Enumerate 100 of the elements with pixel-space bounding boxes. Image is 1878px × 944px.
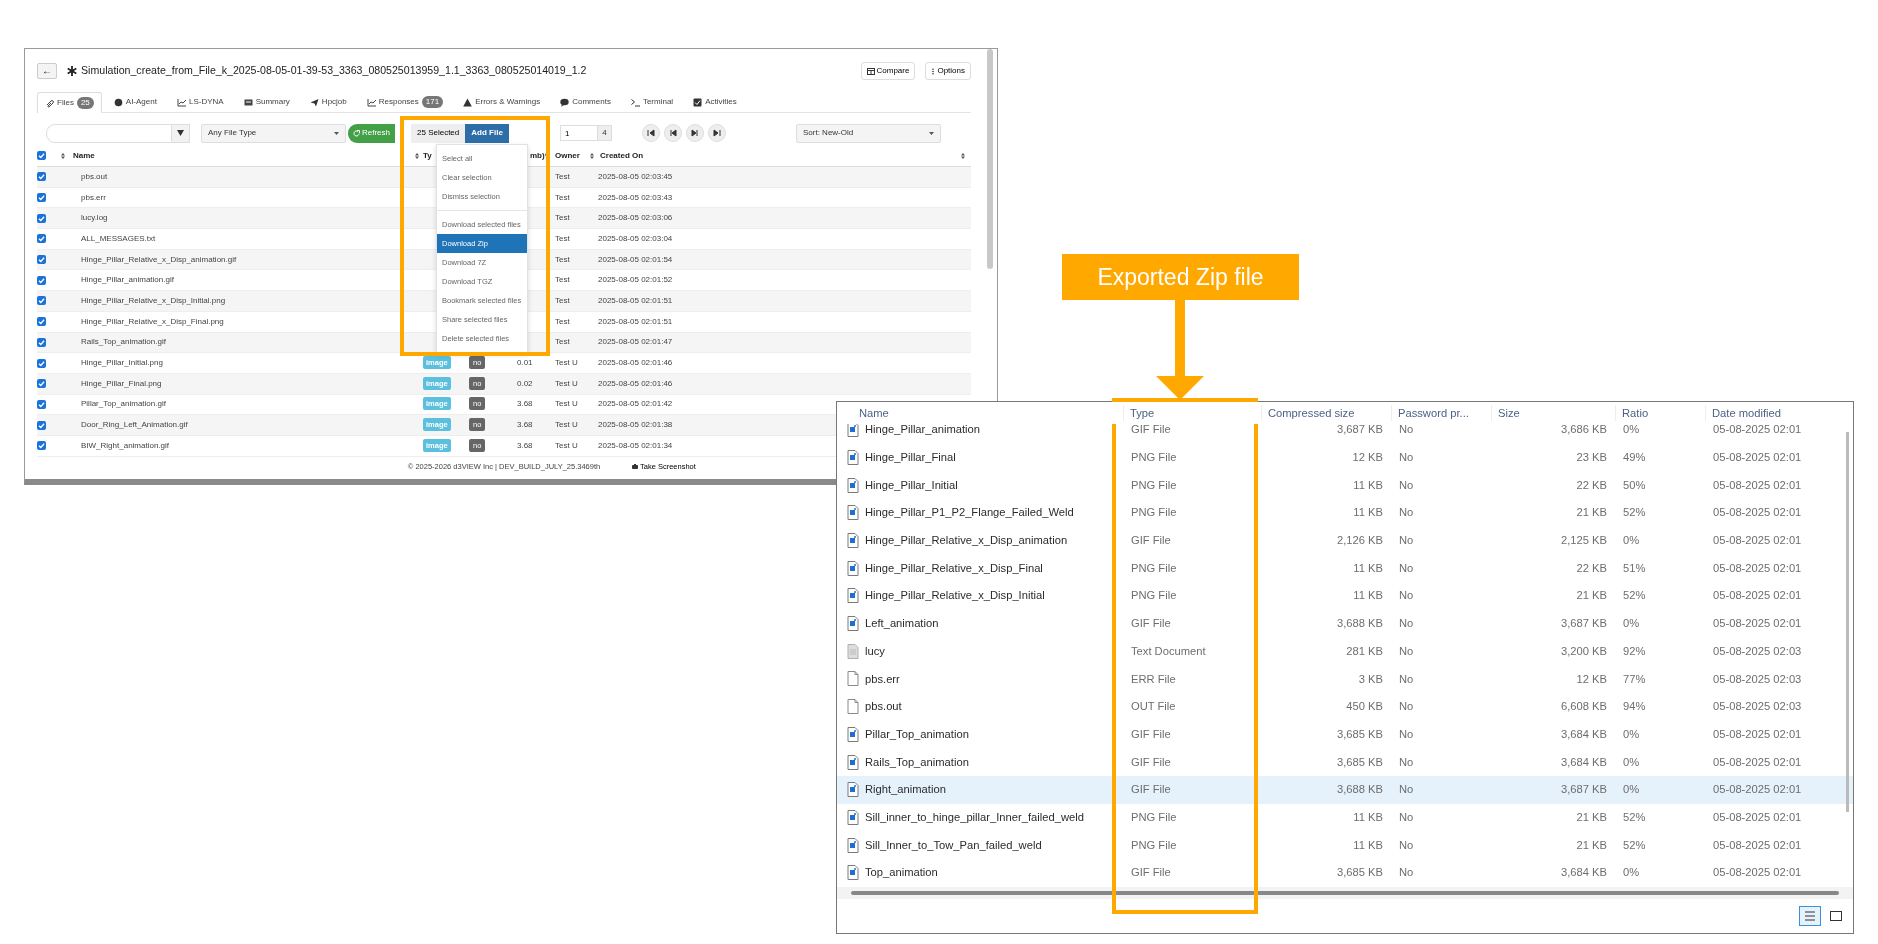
file-type: PNG File xyxy=(1131,838,1177,851)
file-name: pbs.out xyxy=(80,170,108,183)
file-row[interactable]: Sill_inner_to_hinge_pillar_Inner_failed_weld PNG File 11 KB No 21 KB 52% 05-08-2025 02:01 xyxy=(837,803,1853,832)
add-file-button[interactable]: Add File xyxy=(465,123,509,143)
paperclip-icon xyxy=(45,98,54,108)
modified-date: 05-08-2025 02:01 xyxy=(1713,727,1802,740)
filter-button[interactable] xyxy=(172,123,190,143)
file-row[interactable]: Hinge_Pillar_animation GIF File 3,687 KB No 3,686 KB 0% 05-08-2025 02:01 xyxy=(837,423,1853,444)
header-button[interactable]: Compare xyxy=(860,62,916,80)
scrollbar[interactable] xyxy=(1846,432,1849,812)
filter-field[interactable] xyxy=(46,123,172,143)
selection-dropdown-button[interactable]: 25 Selected xyxy=(411,123,466,143)
file-row[interactable]: Hinge_Pillar_Relative_x_Disp_Initial PNG File 11 KB No 21 KB 52% 05-08-2025 02:01 xyxy=(837,582,1853,610)
file-size: 3,684 KB xyxy=(1560,755,1607,768)
file-size: 21 KB xyxy=(1576,506,1607,519)
file-row[interactable]: pbs.out OUT File 450 KB No 6,608 KB 94% 05-08-2025 02:03 xyxy=(837,692,1853,721)
funnel-icon xyxy=(177,130,184,136)
count-badge: 171 xyxy=(421,96,444,108)
checkbox[interactable] xyxy=(37,234,46,244)
tab[interactable]: LS-DYNA xyxy=(168,91,232,112)
file-row[interactable]: Pillar_Top_animation GIF File 3,685 KB No 3,684 KB 0% 05-08-2025 02:01 xyxy=(837,720,1853,749)
file-row[interactable]: Right_animation GIF File 3,688 KB No 3,687 KB 0% 05-08-2025 02:01 xyxy=(837,775,1853,804)
pagination-button[interactable] xyxy=(686,124,704,142)
column-header: Date modified xyxy=(1705,404,1853,422)
compression-ratio: 0% xyxy=(1623,783,1640,796)
select-field[interactable]: Any File Type xyxy=(201,123,346,143)
column-header: Compressed size xyxy=(1261,404,1391,422)
checkbox[interactable] xyxy=(37,399,46,409)
checkbox[interactable] xyxy=(37,337,46,347)
image-file-icon xyxy=(847,449,859,465)
modified-date: 05-08-2025 02:03 xyxy=(1713,672,1802,685)
image-file-icon xyxy=(847,588,859,604)
compressed-size: 3,685 KB xyxy=(1336,755,1383,768)
checkbox[interactable] xyxy=(37,379,46,389)
file-row[interactable]: Rails_Top_animation GIF File 3,685 KB No 3,684 KB 0% 05-08-2025 02:01 xyxy=(837,748,1853,776)
checkbox[interactable] xyxy=(37,255,46,265)
tab[interactable]: AI-Agent xyxy=(105,91,165,112)
checkbox[interactable] xyxy=(37,441,46,451)
file-row[interactable]: Sill_Inner_to_Tow_Pan_failed_weld PNG File 11 KB No 21 KB 52% 05-08-2025 02:01 xyxy=(837,831,1853,859)
tab[interactable]: Hpcjob xyxy=(301,91,355,112)
file-size: 21 KB xyxy=(1576,589,1607,602)
file-name: Right_animation xyxy=(865,782,946,798)
checkbox[interactable] xyxy=(37,317,46,327)
image-file-icon xyxy=(847,809,859,825)
tab[interactable]: Comments xyxy=(552,91,619,112)
password-status: No xyxy=(1399,811,1414,823)
password-status: No xyxy=(1399,755,1414,768)
dots-icon xyxy=(931,67,936,75)
compression-ratio: 92% xyxy=(1623,644,1646,657)
file-type: PNG File xyxy=(1131,589,1177,602)
file-row[interactable]: Hinge_Pillar_Relative_x_Disp_Final PNG File 11 KB No 22 KB 51% 05-08-2025 02:01 xyxy=(837,554,1853,583)
file-row[interactable]: Hinge_Pillar_Final PNG File 12 KB No 23 KB 49% 05-08-2025 02:01 xyxy=(837,443,1853,472)
scrollbar[interactable] xyxy=(987,49,993,269)
file-row[interactable]: Top_animation GIF File 3,685 KB No 3,684 KB 0% 05-08-2025 02:01 xyxy=(837,858,1853,887)
tab[interactable]: Summary xyxy=(235,91,298,112)
owner-name: Test U xyxy=(555,358,578,368)
select-field[interactable]: Sort: New-Old xyxy=(796,123,941,143)
tab[interactable]: Activities xyxy=(685,91,745,112)
checkbox[interactable] xyxy=(37,420,46,430)
compression-ratio: 49% xyxy=(1623,451,1646,464)
checkbox[interactable] xyxy=(37,296,46,306)
tab[interactable]: Terminal xyxy=(622,91,682,112)
checkbox[interactable] xyxy=(37,213,46,223)
file-row[interactable]: lucy Text Document 281 KB No 3,200 KB 92% 05-08-2025 02:03 xyxy=(837,637,1853,666)
password-status: No xyxy=(1399,534,1414,547)
file-row[interactable]: Left_animation GIF File 3,688 KB No 3,687 KB 0% 05-08-2025 02:01 xyxy=(837,609,1853,638)
image-file-icon xyxy=(847,726,859,742)
checkbox[interactable] xyxy=(37,358,46,368)
file-row[interactable]: Hinge_Pillar_P1_P2_Flange_Failed_Weld PNG File 11 KB No 21 KB 52% 05-08-2025 02:01 xyxy=(837,499,1853,527)
file-size: 3.68 xyxy=(517,420,533,430)
image-file-icon xyxy=(847,754,859,770)
checkbox[interactable] xyxy=(37,275,46,285)
scrollbar[interactable] xyxy=(851,891,1839,896)
created-date: 2025-08-05 02:01:52 xyxy=(598,275,673,285)
checkbox[interactable] xyxy=(37,193,46,203)
file-row[interactable]: Hinge_Pillar_Relative_x_Disp_animation GIF File 2,126 KB No 2,125 KB 0% 05-08-2025 02:01 xyxy=(837,526,1853,555)
checkbox[interactable] xyxy=(37,151,46,160)
back-button[interactable]: ← xyxy=(37,63,57,79)
file-size: 21 KB xyxy=(1576,838,1607,851)
page-field[interactable]: 1 xyxy=(560,125,598,141)
file-row[interactable]: pbs.err ERR File 3 KB No 12 KB 77% 05-08-2025 02:03 xyxy=(837,665,1853,693)
tab[interactable]: Errors & Warnings xyxy=(455,91,549,112)
checkbox[interactable] xyxy=(37,172,46,182)
warning-icon xyxy=(463,97,473,107)
tab[interactable]: Files 25 xyxy=(37,92,102,113)
caret-icon xyxy=(334,131,339,135)
image-file-icon xyxy=(847,782,859,798)
file-row[interactable]: Hinge_Pillar_Initial PNG File 11 KB No 22 KB 50% 05-08-2025 02:01 xyxy=(837,471,1853,499)
tab[interactable]: Responses 171 xyxy=(358,91,452,112)
header-button[interactable]: Options xyxy=(925,62,971,80)
pagination-button[interactable] xyxy=(708,124,726,142)
text-file-icon xyxy=(847,643,859,659)
pagination-button[interactable] xyxy=(642,124,660,142)
modified-date: 05-08-2025 02:01 xyxy=(1713,589,1802,602)
image-file-icon xyxy=(847,560,859,576)
pagination-button[interactable] xyxy=(664,124,682,142)
column-header: Size xyxy=(1491,404,1615,422)
line-chart-icon xyxy=(366,97,376,107)
file-name: Sill_Inner_to_Tow_Pan_failed_weld xyxy=(865,837,1042,853)
file-name: Hinge_Pillar_Initial xyxy=(865,477,958,493)
